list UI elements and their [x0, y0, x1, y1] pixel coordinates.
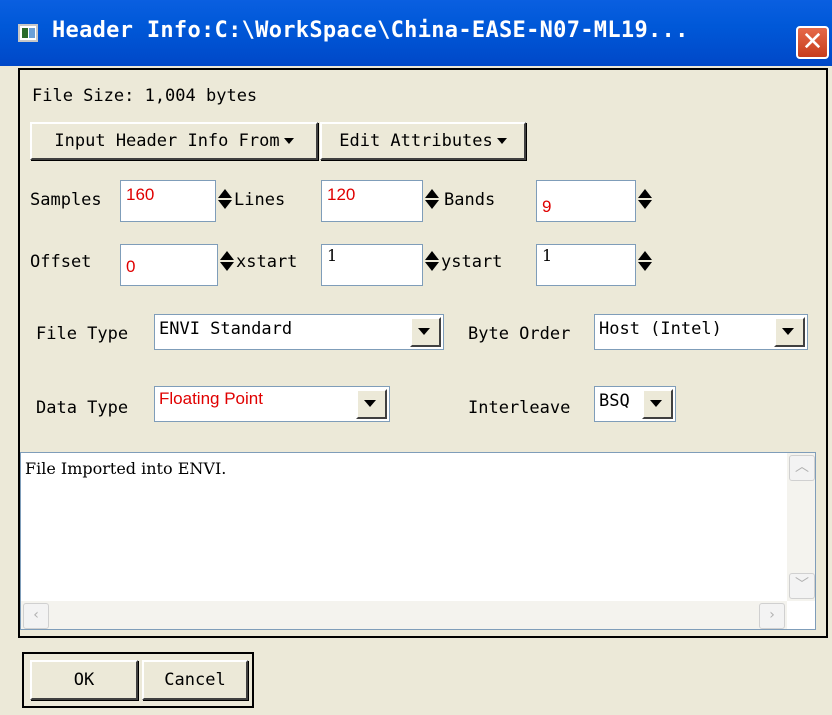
cancel-button[interactable]: Cancel [142, 660, 248, 700]
xstart-spinner[interactable] [423, 250, 439, 272]
dropdown-arrow-icon [496, 138, 507, 144]
dropdown-arrow-icon[interactable] [356, 389, 387, 419]
input-header-info-from-button[interactable]: Input Header Info From [30, 122, 318, 160]
bands-spinner[interactable] [636, 188, 652, 210]
bands-label: Bands [444, 190, 496, 210]
description-text: File Imported into ENVI. [25, 459, 227, 478]
data-type-value: Floating Point [159, 389, 263, 408]
offset-label: Offset [30, 252, 92, 272]
scroll-down-icon[interactable]: ﹀ [789, 573, 815, 599]
input-header-info-from-label: Input Header Info From [54, 131, 280, 151]
interleave-label: Interleave [468, 398, 571, 418]
offset-input[interactable]: 0 [120, 244, 218, 286]
samples-input[interactable]: 160 [120, 180, 216, 222]
close-button[interactable]: ✕ [796, 26, 829, 59]
scroll-left-icon[interactable]: ‹ [23, 603, 49, 629]
bands-input[interactable]: 9 [536, 180, 636, 222]
data-type-select[interactable]: Floating Point [154, 386, 390, 422]
ystart-input[interactable]: 1 [536, 244, 636, 286]
file-size-label: File Size: 1,004 bytes [32, 86, 258, 106]
file-type-label: File Type [36, 324, 129, 344]
samples-label: Samples [30, 190, 102, 210]
window-title: Header Info:C:\WorkSpace\China-EASE-N07-… [52, 18, 689, 43]
file-type-value: ENVI Standard [159, 319, 293, 339]
dropdown-arrow-icon[interactable] [774, 317, 805, 347]
scroll-right-icon[interactable]: › [759, 603, 785, 629]
lines-input[interactable]: 120 [321, 180, 423, 222]
data-type-label: Data Type [36, 398, 129, 418]
description-textarea[interactable]: File Imported into ENVI. ︿ ﹀ ‹ › [20, 452, 816, 630]
vertical-scrollbar[interactable]: ︿ ﹀ [787, 453, 815, 601]
lines-spinner[interactable] [423, 188, 439, 210]
lines-label: Lines [234, 190, 286, 210]
ystart-label: ystart [441, 252, 503, 272]
offset-spinner[interactable] [218, 250, 234, 272]
app-icon [18, 24, 38, 42]
file-type-select[interactable]: ENVI Standard [154, 314, 444, 350]
dropdown-arrow-icon[interactable] [642, 389, 673, 419]
xstart-label: xstart [236, 252, 298, 272]
edit-attributes-label: Edit Attributes [339, 131, 493, 151]
dropdown-arrow-icon[interactable] [410, 317, 441, 347]
xstart-input[interactable]: 1 [321, 244, 423, 286]
interleave-select[interactable]: BSQ [594, 386, 676, 422]
ystart-spinner[interactable] [636, 250, 652, 272]
dropdown-arrow-icon [283, 138, 294, 144]
title-bar[interactable]: Header Info:C:\WorkSpace\China-EASE-N07-… [0, 0, 832, 66]
interleave-value: BSQ [599, 391, 630, 411]
edit-attributes-button[interactable]: Edit Attributes [320, 122, 526, 160]
scroll-up-icon[interactable]: ︿ [789, 455, 815, 481]
ok-button[interactable]: OK [30, 660, 138, 700]
byte-order-label: Byte Order [468, 324, 571, 344]
byte-order-select[interactable]: Host (Intel) [594, 314, 808, 350]
horizontal-scrollbar[interactable]: ‹ › [21, 601, 787, 629]
byte-order-value: Host (Intel) [599, 319, 722, 339]
samples-spinner[interactable] [216, 188, 232, 210]
